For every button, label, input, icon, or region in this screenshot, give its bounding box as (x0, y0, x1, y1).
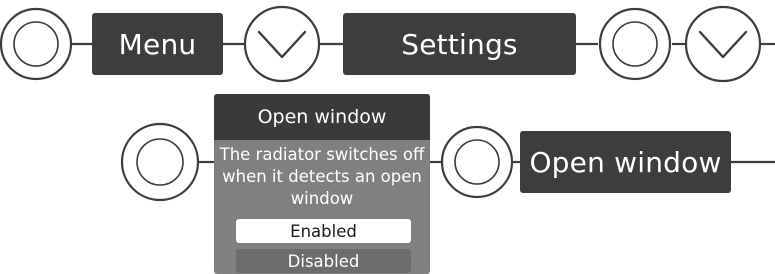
settings-step-box: Settings (343, 13, 576, 75)
menu-step-box: Menu (92, 13, 223, 75)
chevron-down-icon[interactable] (684, 5, 762, 83)
option-enabled[interactable]: Enabled (236, 219, 411, 243)
option-disabled[interactable]: Disabled (236, 249, 411, 273)
device-screen: Open window The radiator switches off wh… (214, 94, 430, 274)
circle-button-icon[interactable] (0, 7, 73, 81)
screen-description: The radiator switches off when it detect… (219, 145, 425, 208)
circle-button-icon[interactable] (120, 122, 200, 202)
open-window-step-box: Open window (520, 131, 731, 193)
screen-title: Open window (214, 94, 430, 140)
circle-button-icon[interactable] (440, 125, 514, 199)
circle-button-icon[interactable] (598, 7, 672, 81)
chevron-down-icon[interactable] (243, 5, 321, 83)
